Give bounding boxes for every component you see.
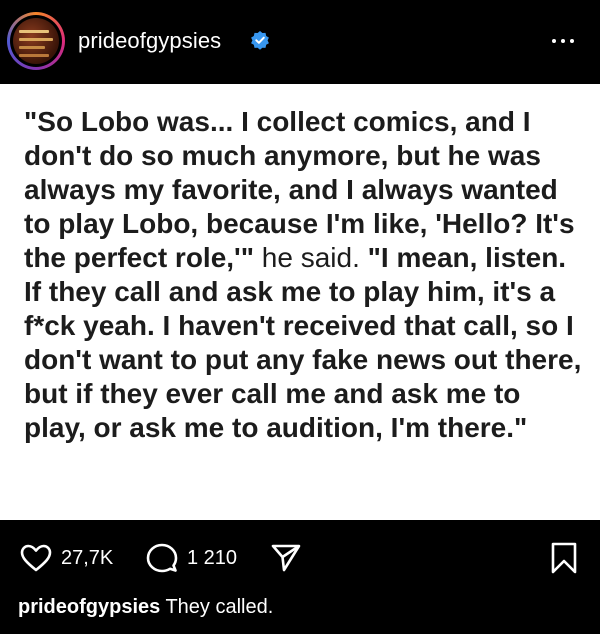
send-icon[interactable]: [270, 543, 302, 573]
post-image: "So Lobo was... I collect comics, and I …: [0, 84, 600, 520]
like-count[interactable]: 27,7K: [61, 547, 113, 570]
heart-icon[interactable]: [20, 544, 52, 572]
verified-badge-icon: [251, 31, 269, 50]
avatar-image: [13, 18, 59, 64]
avatar[interactable]: [7, 12, 65, 70]
quote-attribution: he said.: [254, 242, 368, 273]
caption-text: They called.: [165, 596, 274, 618]
more-dots-icon[interactable]: [548, 28, 578, 54]
username[interactable]: prideofgypsies: [78, 28, 221, 54]
action-bar: 27,7K 1 210: [0, 520, 600, 592]
avatar-ring-gap: [10, 15, 62, 67]
caption: prideofgypsies They called.: [18, 596, 273, 619]
bookmark-icon[interactable]: [550, 542, 578, 574]
quote-text: "So Lobo was... I collect comics, and I …: [24, 105, 584, 445]
comment-bubble-icon[interactable]: [146, 543, 178, 573]
comment-count[interactable]: 1 210: [187, 547, 237, 570]
post-header: prideofgypsies: [0, 0, 600, 84]
caption-username[interactable]: prideofgypsies: [18, 596, 160, 618]
